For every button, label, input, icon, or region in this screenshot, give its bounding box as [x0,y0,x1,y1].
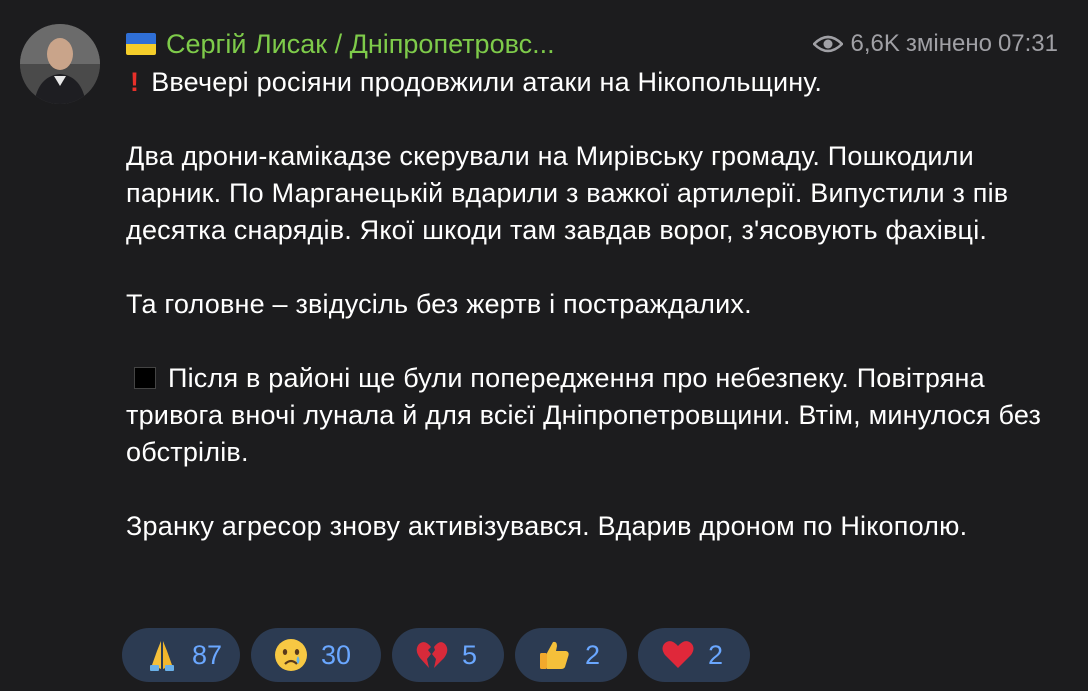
reaction-count: 5 [462,639,478,670]
post-time: 07:31 [997,30,1058,57]
paragraph-5: Зранку агресор знову активізувався. Вдар… [126,511,968,541]
red-heart-icon [660,637,696,673]
channel-avatar[interactable] [20,24,100,104]
view-count: 6,6K [850,30,900,57]
broken-heart-icon [414,637,450,673]
reaction-red-heart[interactable]: 2 [638,628,750,682]
reactions-bar: 87 30 5 2 2 [122,628,750,682]
exclamation-icon: ! [130,67,140,97]
reaction-count: 2 [708,639,724,670]
avatar-photo-icon [20,24,100,104]
reaction-count: 87 [192,639,223,670]
reaction-thumbs-up[interactable]: 2 [515,628,627,682]
edited-label: змінено [905,30,992,57]
post-text: ! Ввечері росіяни продовжили атаки на Нік… [126,64,1046,545]
reaction-count: 30 [321,639,352,670]
channel-post: Сергій Лисак / Дніпропетровс... 6,6K змі… [0,0,1088,691]
reaction-count: 2 [585,639,601,670]
sender-name[interactable]: Сергій Лисак / Дніпропетровс... [166,29,555,60]
post-header: Сергій Лисак / Дніпропетровс... 6,6K змі… [126,26,1058,62]
post-meta: 6,6K змінено 07:31 [812,30,1058,58]
thumbs-up-icon [537,637,573,673]
ukraine-flag-icon [126,33,156,55]
paragraph-1: Ввечері росіяни продовжили атаки на Ніко… [151,67,823,97]
paragraph-2: Два дрони-камікадзе скерували на Мирівсь… [126,141,1009,245]
praying-hands-icon [144,637,180,673]
paragraph-3: Та головне – звідусіль без жертв і постр… [126,289,752,319]
paragraph-4: Після в районі ще були попередження про … [126,363,1042,467]
black-square-icon [134,367,156,389]
reaction-crying-face[interactable]: 30 [251,628,381,682]
eye-icon [812,35,843,53]
reaction-broken-heart[interactable]: 5 [392,628,504,682]
reaction-praying-hands[interactable]: 87 [122,628,240,682]
crying-face-icon [273,637,309,673]
